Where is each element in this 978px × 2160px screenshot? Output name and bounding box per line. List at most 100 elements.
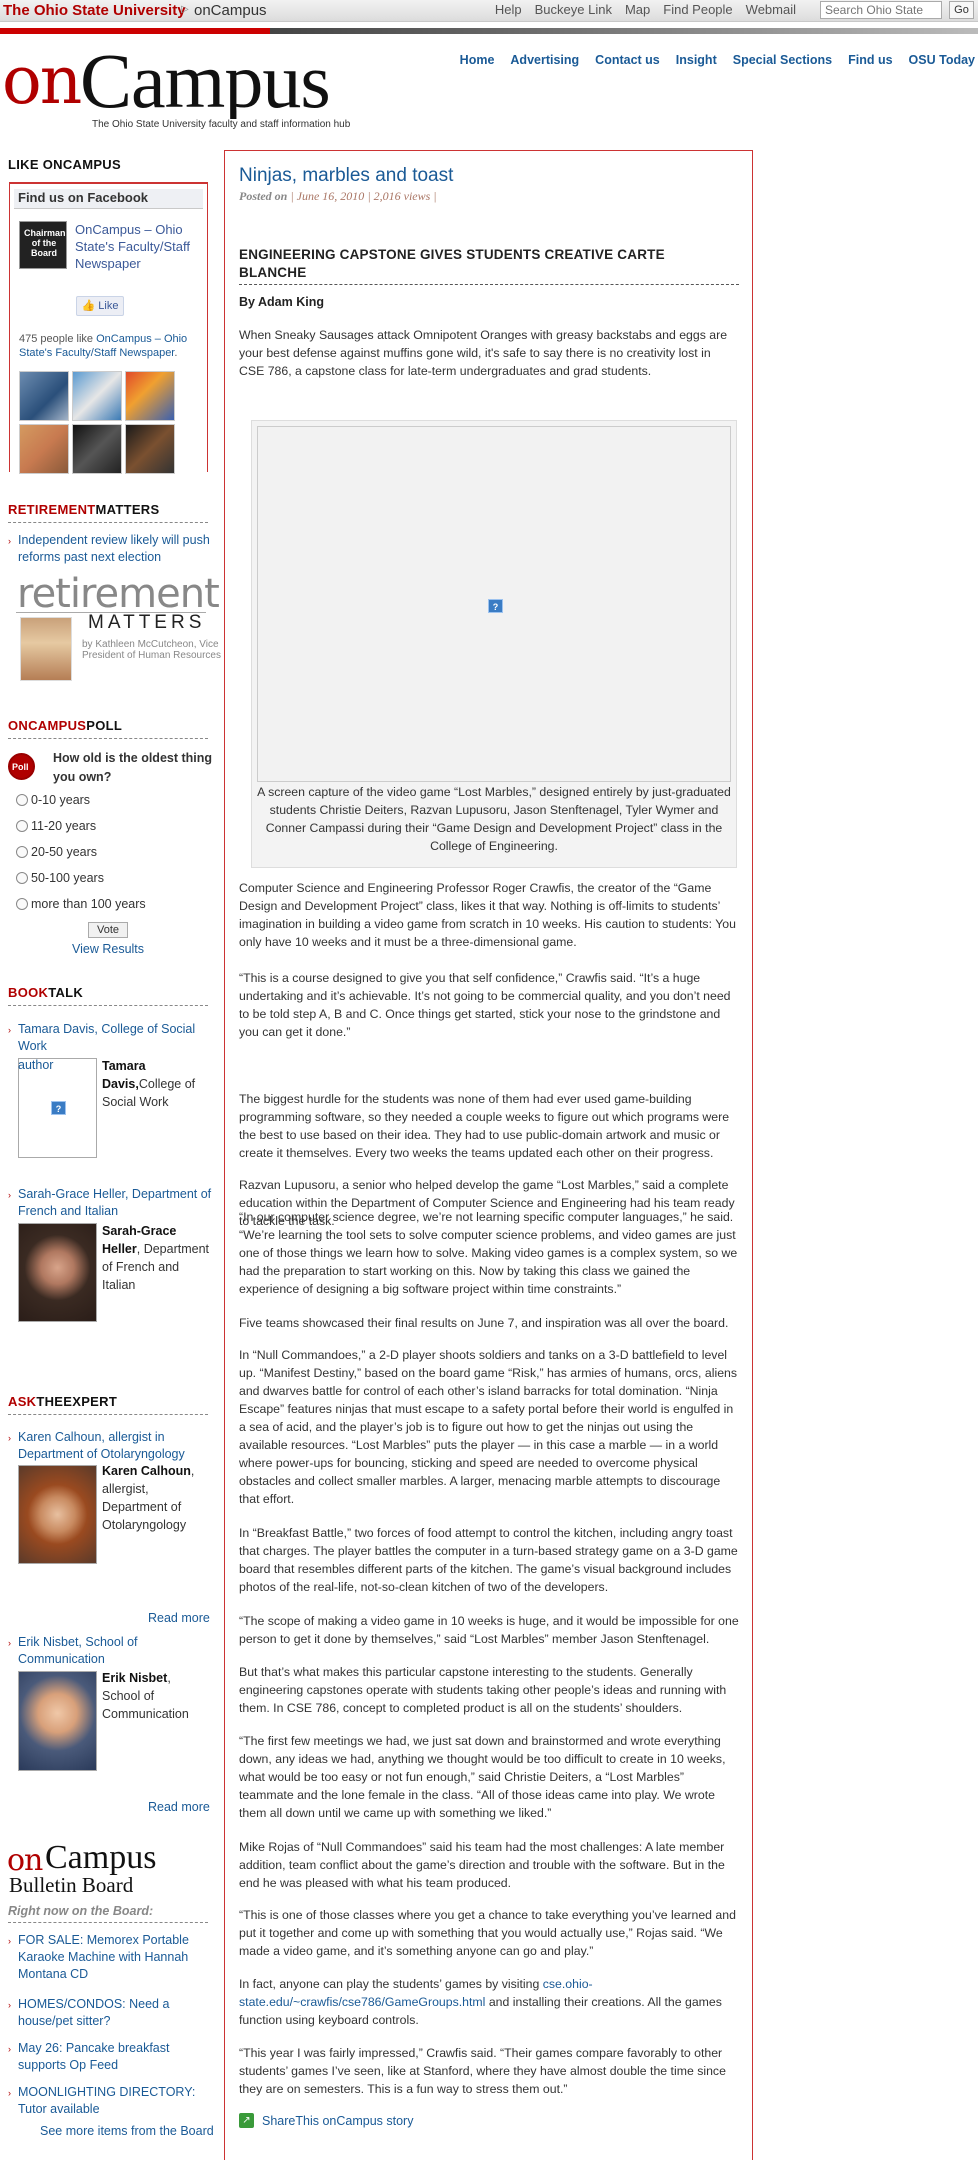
retirement-banner-matters: MATTERS — [88, 612, 206, 633]
help-link[interactable]: Help — [495, 2, 522, 17]
breadcrumb-arrow-icon: ▷ — [181, 4, 189, 15]
bullet-icon: › — [8, 1433, 11, 1443]
article-figure: ? A screen capture of the video game “Lo… — [251, 420, 737, 868]
retirement-story-link[interactable]: Independent review likely will push refo… — [18, 532, 213, 566]
radio-button[interactable] — [16, 846, 28, 858]
article-paragraph: “The scope of making a video game in 10 … — [239, 1614, 739, 1646]
buckeye-link-link[interactable]: Buckeye Link — [535, 2, 612, 17]
bulletin-item[interactable]: May 26: Pancake breakfast supports Op Fe… — [18, 2040, 213, 2074]
fan-avatar[interactable] — [125, 424, 175, 474]
article-meta: Posted on | June 16, 2010 | 2,016 views … — [239, 189, 437, 204]
logo-campus-text[interactable]: Campus — [80, 42, 331, 120]
fan-avatar[interactable] — [125, 371, 175, 421]
article-paragraph: “This year I was fairly impressed,” Craw… — [239, 2046, 726, 2096]
ask-the-expert-heading: ASKTHEEXPERT — [8, 1394, 117, 1409]
find-people-link[interactable]: Find People — [663, 2, 732, 17]
utility-links: Help Buckeye Link Map Find People Webmai… — [495, 2, 796, 17]
nav-advertising[interactable]: Advertising — [510, 53, 579, 67]
expert-photo[interactable] — [18, 1465, 97, 1564]
search-input[interactable] — [820, 1, 942, 19]
nav-special-sections[interactable]: Special Sections — [733, 53, 832, 67]
map-link[interactable]: Map — [625, 2, 650, 17]
expert-caption: Karen Calhoun, allergist, Department of … — [102, 1462, 212, 1534]
like-label: Like — [98, 300, 119, 312]
bulletin-item[interactable]: HOMES/CONDOS: Need a house/pet sitter? — [18, 1996, 213, 2030]
author-caption: Sarah-Grace Heller, Department of French… — [102, 1222, 214, 1294]
poll-option[interactable]: more than 100 years — [16, 897, 146, 911]
article-byline: By Adam King — [239, 295, 324, 309]
nav-osu-today[interactable]: OSU Today — [909, 53, 975, 67]
expert-link-karen-calhoun[interactable]: Karen Calhoun, allergist in Department o… — [18, 1429, 213, 1463]
poll-option[interactable]: 11-20 years — [16, 819, 96, 833]
radio-button[interactable] — [16, 872, 28, 884]
bulletin-item[interactable]: MOONLIGHTING DIRECTORY: Tutor available — [18, 2084, 213, 2118]
article-paragraph: “In our computer science degree, we’re n… — [239, 1210, 738, 1296]
view-results-link[interactable]: View Results — [72, 942, 144, 956]
nav-insight[interactable]: Insight — [676, 53, 717, 67]
logo-on-text[interactable]: on — [2, 48, 82, 114]
author-photo[interactable] — [18, 1223, 97, 1322]
search-go-button[interactable]: Go — [949, 1, 974, 19]
poll-option[interactable]: 0-10 years — [16, 793, 90, 807]
heading-red: ASK — [8, 1394, 37, 1409]
webmail-link[interactable]: Webmail — [746, 2, 796, 17]
heading-black: EXPERT — [63, 1394, 118, 1409]
like-oncampus-heading: LIKE ONCAMPUS — [8, 157, 121, 172]
booktalk-link-tamara-davis[interactable]: Tamara Davis, College of Social Work — [18, 1021, 213, 1055]
nav-home[interactable]: Home — [460, 53, 495, 67]
nav-contact-us[interactable]: Contact us — [595, 53, 660, 67]
fan-avatar[interactable] — [72, 424, 122, 474]
expert-link-erik-nisbet[interactable]: Erik Nisbet, School of Communication — [18, 1634, 213, 1668]
heading-black: MATTERS — [95, 502, 160, 517]
radio-button[interactable] — [16, 794, 28, 806]
booktalk-link-sarah-grace-heller[interactable]: Sarah-Grace Heller, Department of French… — [18, 1186, 213, 1220]
figure-caption: A screen capture of the video game “Lost… — [257, 785, 731, 853]
poll-question: How old is the oldest thing you own? — [53, 751, 213, 784]
facebook-page-avatar[interactable]: Chairman of the Board — [19, 221, 67, 269]
fan-avatar[interactable] — [19, 424, 69, 474]
bulletin-item[interactable]: FOR SALE: Memorex Portable Karaoke Machi… — [18, 1932, 213, 1983]
retirement-author-photo[interactable] — [20, 617, 72, 681]
article-date: June 16, 2010 — [296, 189, 365, 203]
kicker-rule — [239, 284, 739, 285]
author-image-placeholder[interactable]: author ? — [18, 1058, 97, 1158]
nav-find-us[interactable]: Find us — [848, 53, 892, 67]
facebook-like-button[interactable]: 👍 Like — [76, 296, 124, 316]
bulletin-logo-campus[interactable]: Campus — [45, 1839, 156, 1877]
game-screenshot-image[interactable]: ? — [257, 426, 731, 782]
heading-black: TALK — [48, 985, 84, 1000]
radio-button[interactable] — [16, 820, 28, 832]
divider — [8, 1414, 208, 1415]
retirement-banner-title[interactable]: retirement — [17, 571, 220, 617]
thumbs-up-icon: 👍 — [81, 300, 96, 312]
logo-tagline: The Ohio State University faculty and st… — [90, 119, 353, 130]
see-more-bulletin-link[interactable]: See more items from the Board — [40, 2124, 214, 2138]
article-title[interactable]: Ninjas, marbles and toast — [239, 165, 453, 187]
article-paragraph: “This is a course designed to give you t… — [239, 971, 731, 1039]
expert-photo[interactable] — [18, 1671, 97, 1771]
expert-name: Karen Calhoun — [102, 1464, 191, 1478]
read-more-link[interactable]: Read more — [148, 1611, 210, 1625]
heading-black: POLL — [86, 718, 123, 733]
poll-option[interactable]: 50-100 years — [16, 871, 104, 885]
university-name-link[interactable]: The Ohio State University — [3, 2, 186, 19]
article-paragraph: “The first few meetings we had, we just … — [239, 1734, 726, 1820]
poll-option[interactable]: 20-50 years — [16, 845, 97, 859]
radio-button[interactable] — [16, 898, 28, 910]
meta-sep: | — [290, 189, 294, 203]
share-story-link[interactable]: ↗ ShareThis onCampus story — [239, 2113, 413, 2128]
bulletin-right-now: Right now on the Board: — [8, 1904, 154, 1918]
poll-icon-label: Poll — [12, 762, 29, 772]
facebook-like-count: 475 people like OnCampus – Ohio State's … — [19, 332, 209, 360]
fan-avatar[interactable] — [19, 371, 69, 421]
article-paragraph: The biggest hurdle for the students was … — [239, 1092, 730, 1160]
facebook-like-box: Find us on Facebook Chairman of the Boar… — [9, 182, 209, 474]
retirement-matters-heading: RETIREMENTMATTERS — [8, 502, 159, 517]
facebook-page-link[interactable]: OnCampus – Ohio State's Faculty/Staff Ne… — [75, 221, 205, 272]
vote-button[interactable]: Vote — [88, 922, 128, 938]
fan-avatar[interactable] — [72, 371, 122, 421]
read-more-link[interactable]: Read more — [148, 1800, 210, 1814]
heading-red: BOOK — [8, 985, 49, 1000]
poll-option-label: more than 100 years — [31, 897, 146, 911]
site-name-link[interactable]: onCampus — [194, 2, 267, 19]
